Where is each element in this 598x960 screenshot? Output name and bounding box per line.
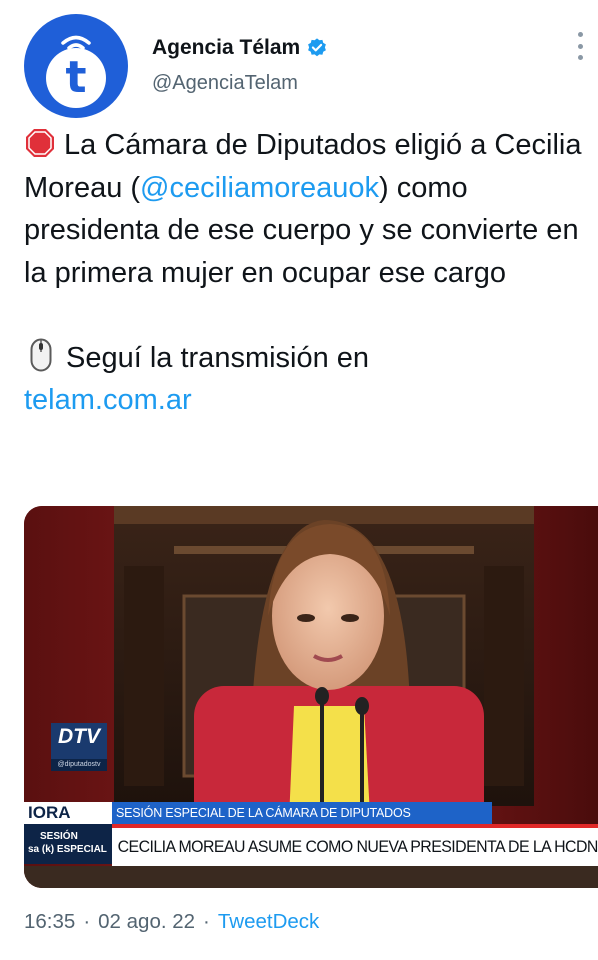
tweet-date[interactable]: 02 ago. 22 xyxy=(98,910,195,934)
ticker-left-line-1: SESIÓN xyxy=(40,831,78,842)
ticker-left-label: IORA xyxy=(24,802,112,824)
avatar[interactable]: t xyxy=(24,14,128,118)
account-handle[interactable]: @AgenciaTelam xyxy=(152,72,328,95)
verified-badge-icon xyxy=(308,38,327,57)
more-options-icon[interactable] xyxy=(576,32,584,60)
tweet-text-part-3: Seguí la transmisión en xyxy=(66,341,370,374)
ticker-left-prefix: sa (k) xyxy=(28,844,55,855)
tweet-header: t Agencia Télam @AgenciaTelam xyxy=(24,14,584,124)
channel-logo: DTV xyxy=(51,723,107,763)
avatar-letter: t xyxy=(46,48,106,108)
meta-separator: · xyxy=(83,910,91,933)
ticker-headline: CECILIA MOREAU ASUME COMO NUEVA PRESIDEN… xyxy=(112,828,598,866)
tweet-media-image[interactable]: DTV @diputadostv IORA SESIÓN sa (k) ESPE… xyxy=(24,506,598,888)
ticker-top-banner: SESIÓN ESPECIAL DE LA CÁMARA DE DIPUTADO… xyxy=(112,802,492,824)
computer-mouse-icon xyxy=(30,338,52,371)
tweet-text: La Cámara de Diputados eligió a Cecilia … xyxy=(24,124,584,422)
tweet-meta: 16:35 · 02 ago. 22 · TweetDeck xyxy=(24,910,319,934)
tweet-time[interactable]: 16:35 xyxy=(24,910,75,934)
channel-handle: @diputadostv xyxy=(51,759,107,771)
external-link[interactable]: telam.com.ar xyxy=(24,384,192,416)
tweet-source[interactable]: TweetDeck xyxy=(218,910,319,934)
meta-separator: · xyxy=(203,910,210,933)
ticker-left-box: SESIÓN sa (k) ESPECIAL xyxy=(24,824,112,864)
display-name[interactable]: Agencia Télam xyxy=(152,36,300,60)
ticker-left-line-2: ESPECIAL xyxy=(56,844,107,855)
stop-sign-icon xyxy=(26,129,54,157)
mention-link[interactable]: @ceciliamoreauok xyxy=(140,172,379,204)
